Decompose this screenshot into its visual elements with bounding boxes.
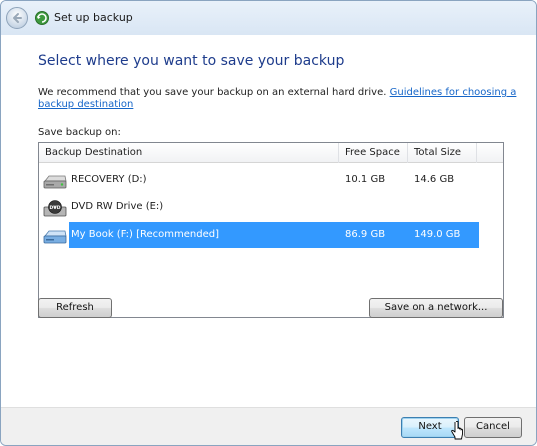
list-item[interactable]: DVD DVD RW Drive (E:) [39, 194, 479, 220]
free-space-value: 10.1 GB [345, 174, 386, 185]
list-item[interactable]: RECOVERY (D:) 10.1 GB 14.6 GB [39, 167, 479, 193]
destination-name: DVD RW Drive (E:) [71, 201, 164, 212]
dvd-drive-icon: DVD [43, 200, 67, 217]
destination-name: RECOVERY (D:) [71, 174, 147, 185]
total-size-value: 14.6 GB [414, 174, 455, 185]
title-bar: Set up backup [1, 1, 536, 35]
recommendation-sentence: We recommend that you save your backup o… [38, 87, 390, 98]
cancel-button[interactable]: Cancel [464, 417, 522, 438]
svg-text:DVD: DVD [50, 205, 61, 211]
hard-drive-icon [43, 175, 67, 189]
total-size-value: 149.0 GB [414, 229, 461, 240]
save-on-network-button[interactable]: Save on a network... [369, 298, 503, 318]
destination-name: My Book (F:) [Recommended] [71, 229, 220, 240]
column-header-free-space[interactable]: Free Space [339, 143, 408, 163]
setup-backup-window: Set up backup Select where you want to s… [0, 0, 537, 446]
back-button[interactable] [6, 7, 28, 29]
refresh-button[interactable]: Refresh [38, 298, 112, 318]
column-header-filler [477, 143, 503, 163]
back-arrow-icon [13, 13, 22, 23]
list-item-selected[interactable]: My Book (F:) [Recommended] 86.9 GB 149.0… [39, 222, 479, 248]
save-backup-on-label: Save backup on: [38, 127, 121, 138]
free-space-value: 86.9 GB [345, 229, 386, 240]
column-header-destination[interactable]: Backup Destination [39, 143, 339, 163]
mouse-pointer-icon [451, 421, 463, 440]
list-header: Backup Destination Free Space Total Size [39, 143, 503, 163]
backup-app-icon [35, 11, 49, 25]
content-area: Select where you want to save your backu… [1, 35, 536, 407]
page-heading: Select where you want to save your backu… [38, 53, 345, 69]
column-header-total-size[interactable]: Total Size [408, 143, 477, 163]
recommendation-text: We recommend that you save your backup o… [38, 87, 518, 111]
backup-destination-list[interactable]: Backup Destination Free Space Total Size… [38, 142, 504, 318]
external-drive-icon [43, 230, 67, 244]
window-title: Set up backup [54, 11, 133, 24]
